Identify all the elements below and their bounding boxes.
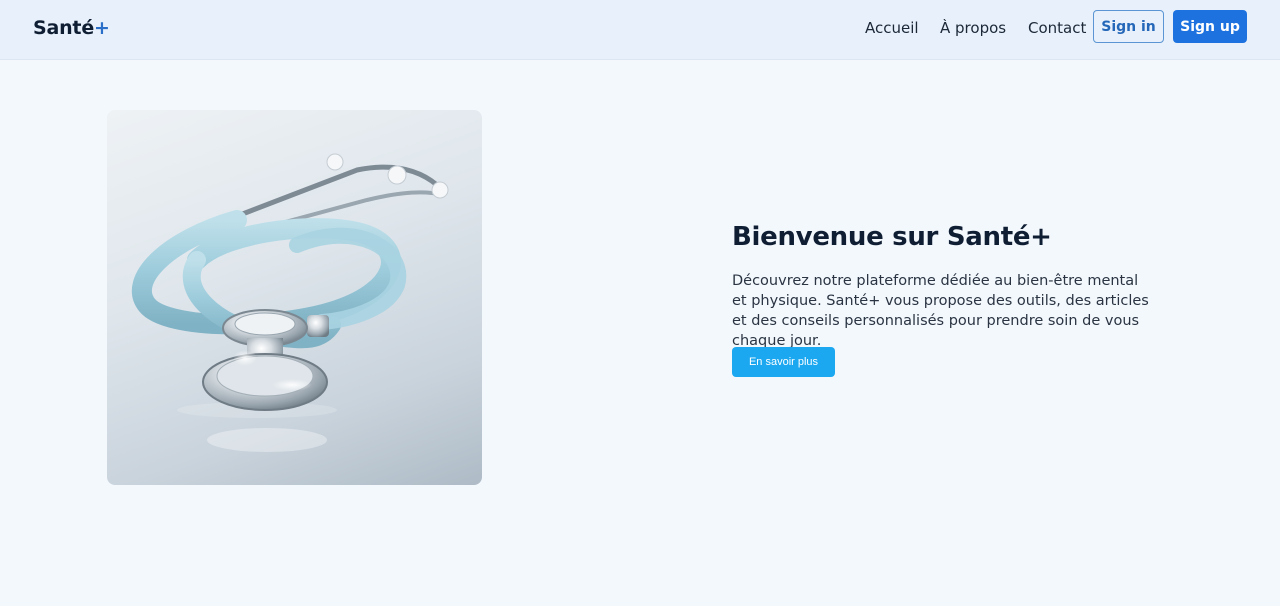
learn-more-button[interactable]: En savoir plus	[732, 347, 835, 377]
brand-plus: +	[94, 17, 110, 39]
nav-link-contact[interactable]: Contact	[1028, 19, 1086, 37]
nav-link-a-propos[interactable]: À propos	[940, 19, 1006, 37]
hero-description: Découvrez notre plateforme dédiée au bie…	[732, 273, 1149, 349]
sign-in-button[interactable]: Sign in	[1093, 10, 1164, 43]
brand-logo[interactable]: Santé+	[33, 17, 110, 39]
stethoscope-illustration	[131, 153, 449, 452]
brand-name: Santé	[33, 17, 95, 39]
sign-up-button[interactable]: Sign up	[1173, 10, 1247, 43]
stethoscope-image	[107, 110, 482, 485]
hero-title: Bienvenue sur Santé+	[732, 222, 1052, 252]
navbar: Santé+ Accueil À propos Contact Sign in …	[0, 0, 1280, 60]
nav-link-accueil[interactable]: Accueil	[865, 19, 919, 37]
